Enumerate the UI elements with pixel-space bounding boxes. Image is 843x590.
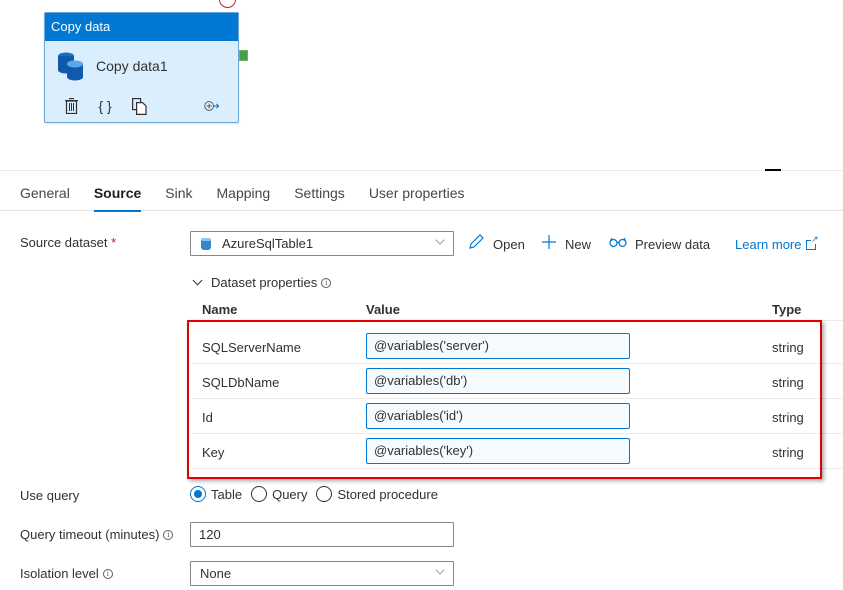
tab-source[interactable]: Source (93, 171, 142, 212)
property-type: string (772, 375, 804, 390)
source-dataset-label: Source dataset * (20, 235, 117, 250)
query-timeout-label: Query timeout (minutes) i (20, 527, 174, 542)
isolation-level-select[interactable]: None (190, 561, 454, 586)
use-query-radio-group: Table Query Stored procedure (190, 486, 447, 502)
property-value-input[interactable]: @variables('id') (366, 403, 630, 429)
column-header-value: Value (366, 302, 400, 317)
table-row: Key @variables('key') string (192, 434, 843, 469)
external-link-icon (806, 235, 819, 250)
preview-data-button[interactable]: Preview data (609, 232, 710, 256)
table-row: SQLDbName @variables('db') string (192, 364, 843, 399)
property-type: string (772, 445, 804, 460)
radio-query[interactable]: Query (251, 486, 307, 502)
property-value-input[interactable]: @variables('db') (366, 368, 630, 394)
sql-table-icon (201, 237, 211, 250)
tab-sink[interactable]: Sink (165, 171, 192, 211)
tab-user-properties[interactable]: User properties (369, 171, 465, 211)
tab-mapping[interactable]: Mapping (217, 171, 271, 211)
property-type: string (772, 410, 804, 425)
property-value-input[interactable]: @variables('key') (366, 438, 630, 464)
dataset-properties-toggle[interactable]: Dataset properties i (192, 275, 332, 290)
pencil-icon (468, 233, 485, 255)
query-timeout-input[interactable]: 120 (190, 522, 454, 547)
pipeline-canvas[interactable]: Copy data Copy data1 { } (0, 0, 843, 170)
tab-general[interactable]: General (20, 171, 70, 211)
property-name: SQLServerName (202, 340, 301, 355)
isolation-level-value: None (200, 566, 232, 581)
radio-circle (190, 486, 206, 502)
info-icon[interactable]: i (102, 569, 113, 579)
column-header-type: Type (772, 302, 802, 317)
activity-name: Copy data1 (96, 58, 168, 74)
radio-table[interactable]: Table (190, 486, 242, 502)
table-row: SQLServerName @variables('server') strin… (192, 329, 843, 364)
radio-stored-procedure[interactable]: Stored procedure (316, 486, 438, 502)
chevron-down-icon (435, 565, 445, 575)
add-output-icon[interactable] (204, 97, 220, 115)
required-mark: * (111, 235, 117, 250)
property-value-input[interactable]: @variables('server') (366, 333, 630, 359)
glasses-icon (609, 235, 627, 253)
open-dataset-button[interactable]: Open (468, 232, 525, 256)
use-query-label: Use query (20, 488, 80, 503)
isolation-level-label: Isolation level i (20, 566, 113, 581)
copy-icon[interactable] (131, 97, 147, 115)
header-divider (192, 320, 843, 321)
activity-type-label: Copy data (45, 13, 238, 41)
info-icon[interactable]: i (321, 277, 332, 288)
new-dataset-button[interactable]: New (541, 232, 591, 256)
chevron-down-icon (435, 235, 445, 245)
info-icon[interactable]: i (163, 530, 174, 540)
radio-circle (316, 486, 333, 502)
table-row: Id @variables('id') string (192, 399, 843, 434)
trash-icon[interactable] (63, 97, 79, 115)
property-name: SQLDbName (202, 375, 280, 390)
source-dataset-select[interactable]: AzureSqlTable1 (190, 231, 454, 256)
database-icon (57, 51, 85, 81)
copy-data-activity-node[interactable]: Copy data Copy data1 { } (44, 12, 239, 123)
property-type: string (772, 340, 804, 355)
error-indicator-icon (219, 0, 236, 8)
radio-circle (251, 486, 268, 502)
plus-icon (541, 234, 557, 255)
tab-settings[interactable]: Settings (294, 171, 345, 211)
source-dataset-value: AzureSqlTable1 (222, 236, 314, 251)
success-output-port[interactable] (239, 50, 248, 61)
code-braces-icon[interactable]: { } (97, 97, 113, 115)
learn-more-link[interactable]: Learn more (735, 235, 819, 252)
properties-tabs: General Source Sink Mapping Settings Use… (0, 171, 843, 212)
chevron-down-icon (192, 275, 203, 286)
column-header-name: Name (202, 302, 238, 317)
property-name: Id (202, 410, 213, 425)
property-name: Key (202, 445, 225, 460)
